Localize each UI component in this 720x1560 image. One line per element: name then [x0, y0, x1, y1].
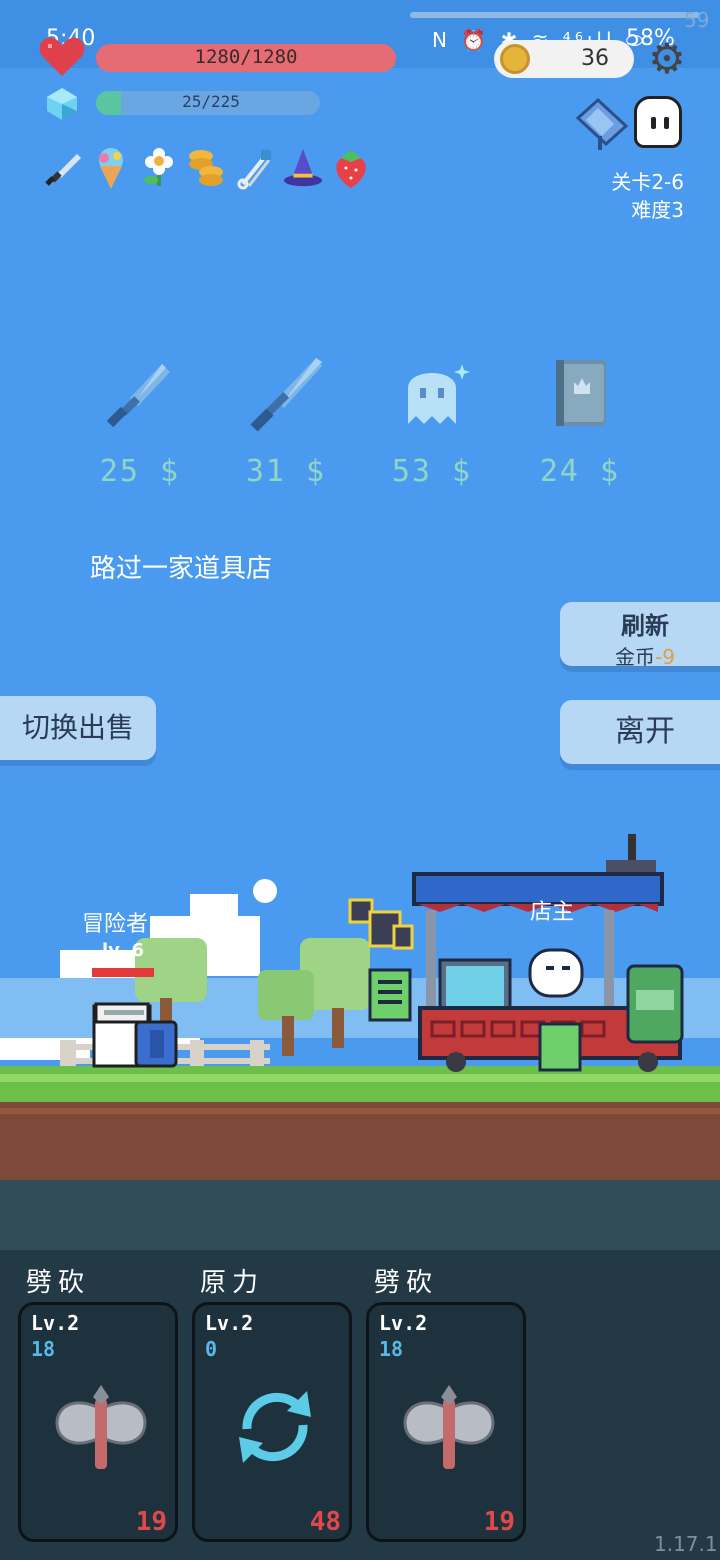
safety-pin-icon[interactable]: [234, 146, 276, 190]
card-title: 劈砍: [26, 1268, 91, 1298]
hero-level: lv. 6: [102, 940, 145, 961]
card-level: Lv.2: [31, 1311, 80, 1335]
game-scene: [0, 834, 720, 1182]
shop-item-price: 31 $: [245, 454, 327, 489]
card-level: Lv.2: [205, 1311, 254, 1335]
card-cost: 48: [309, 1507, 341, 1537]
strawberry-icon[interactable]: [330, 146, 372, 190]
heart-icon: [39, 37, 85, 76]
skill-card[interactable]: Lv.2 0 48: [192, 1302, 352, 1542]
axe-icon: [403, 1385, 495, 1469]
wizard-hat-icon[interactable]: [282, 146, 324, 190]
dagger-icon: [106, 364, 170, 428]
xp-text: 25/225: [182, 92, 240, 111]
skill-card[interactable]: Lv.2 18 19: [18, 1302, 178, 1542]
fps-counter: 59: [684, 8, 710, 32]
card-title: 原力: [200, 1268, 265, 1298]
map-icon[interactable]: [574, 96, 630, 152]
hp-text: 1280/1280: [194, 46, 298, 68]
refresh-cost-label: 金币: [615, 645, 656, 669]
shopkeeper-label[interactable]: 店主: [530, 894, 574, 926]
skill-panel-header: [0, 1180, 720, 1250]
coin-stack-icon[interactable]: [186, 146, 228, 190]
flower-icon[interactable]: [138, 146, 180, 190]
card-value: 18: [379, 1337, 404, 1361]
sword-icon: [250, 358, 322, 432]
hero-name: 冒险者: [82, 912, 149, 937]
shop-item[interactable]: 31 $: [226, 354, 346, 489]
notification-handle: [410, 12, 700, 18]
event-message: 路过一家道具店: [90, 554, 273, 584]
stage-info: 关卡2-6 难度3: [560, 168, 684, 224]
version-label: 1.17.1: [654, 1532, 718, 1556]
stage-difficulty: 难度3: [631, 198, 684, 222]
card-level: Lv.2: [379, 1311, 428, 1335]
ice-cream-icon[interactable]: [90, 146, 132, 190]
card-value: 0: [205, 1337, 218, 1361]
refresh-button[interactable]: 刷新 金币-9: [560, 602, 720, 669]
coin-amount: 36: [581, 46, 609, 71]
shop-item-price: 24 $: [539, 454, 621, 489]
refresh-cycle-icon: [239, 1391, 311, 1463]
grass: [0, 1066, 720, 1106]
card-value: 18: [31, 1337, 56, 1361]
relic-bar: [42, 146, 372, 190]
shop-item[interactable]: 25 $: [80, 354, 200, 489]
card-title: 劈砍: [374, 1268, 439, 1298]
shop-item[interactable]: 53 $: [372, 354, 492, 489]
leave-button[interactable]: 离开: [560, 700, 720, 764]
axe-icon: [55, 1385, 147, 1469]
ghost-avatar-icon[interactable]: [634, 96, 682, 148]
shop-item-price: 53 $: [391, 454, 473, 489]
coin-icon: [500, 44, 530, 74]
hero-hp-bar: [92, 968, 154, 977]
card-cost: 19: [135, 1507, 167, 1537]
card-cost: 19: [483, 1507, 515, 1537]
gem-icon: [47, 88, 77, 120]
skill-card[interactable]: Lv.2 18 19: [366, 1302, 526, 1542]
gear-icon[interactable]: ⚙: [644, 36, 690, 82]
shop-item[interactable]: 24 $: [520, 354, 640, 489]
shop-item-price: 25 $: [99, 454, 181, 489]
dagger-relic-icon[interactable]: [42, 146, 84, 190]
ghost-icon: [408, 364, 470, 424]
refresh-cost: 金币-9: [560, 641, 720, 670]
switch-sell-button[interactable]: 切换出售: [0, 696, 156, 760]
book-icon: [556, 360, 606, 426]
refresh-label: 刷新: [621, 612, 669, 640]
stage-level: 关卡2-6: [611, 170, 684, 194]
refresh-cost-value: -9: [655, 645, 675, 669]
